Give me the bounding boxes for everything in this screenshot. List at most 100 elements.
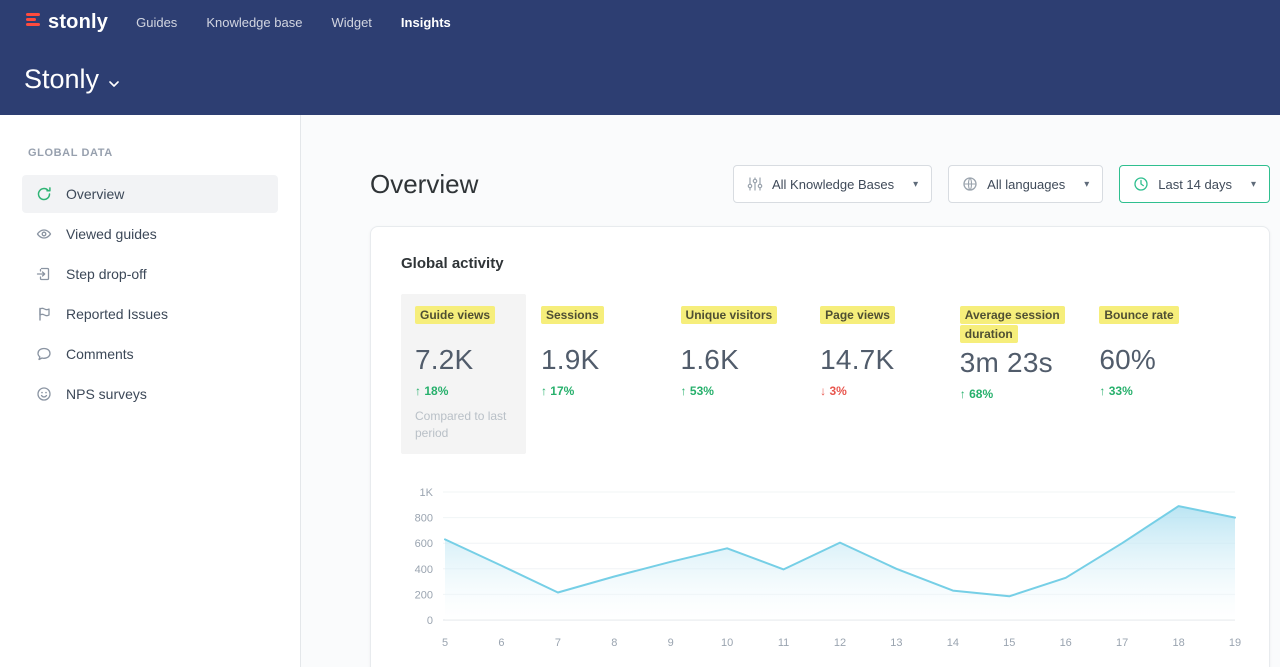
sliders-filter-icon [747,176,763,192]
metric-value: 7.2K [415,344,512,376]
metric-average-session-duration[interactable]: Average session duration 3m 23s ↑ 68% [960,294,1100,413]
global-activity-chart: 02004006008001K5678910111213141516171819 [401,480,1241,655]
metric-label: Bounce rate [1099,306,1178,324]
stonly-logo-icon [24,10,42,34]
up-arrow-icon: ↑ [415,384,421,398]
global-activity-card: Global activity Guide views 7.2K ↑ 18% C… [370,226,1270,667]
chevron-down-icon: ▾ [913,179,918,190]
metric-sessions[interactable]: Sessions 1.9K ↑ 17% [541,294,681,410]
overview-refresh-icon [36,186,52,202]
workspace-title[interactable]: Stonly [24,64,99,95]
stonly-logo[interactable]: stonly [24,10,108,34]
metric-label: Page views [820,306,895,324]
language-filter-dropdown[interactable]: All languages ▾ [948,165,1103,203]
language-filter-value: All languages [987,177,1065,192]
up-arrow-icon: ↑ [681,384,687,398]
svg-text:17: 17 [1116,637,1128,649]
globe-icon [962,176,978,192]
svg-text:13: 13 [890,637,902,649]
sidebar-item-label: Comments [66,346,134,362]
metric-change: ↑ 18% [415,384,512,398]
metric-value: 1.6K [681,344,807,376]
sidebar: GLOBAL DATA Overview Viewed guides Step … [0,115,301,667]
svg-text:8: 8 [611,637,617,649]
svg-text:1K: 1K [420,487,434,499]
nav-item-knowledge-base[interactable]: Knowledge base [206,15,302,30]
metric-label: Unique visitors [681,306,778,324]
svg-text:200: 200 [415,589,433,601]
flag-icon [36,306,52,322]
metric-label: Sessions [541,306,604,324]
metric-change: ↓ 3% [820,384,946,398]
svg-text:10: 10 [721,637,733,649]
metric-label: Guide views [415,306,495,324]
logo-text: stonly [48,11,108,34]
svg-text:9: 9 [668,637,674,649]
card-title: Global activity [401,255,1239,272]
metric-unique-visitors[interactable]: Unique visitors 1.6K ↑ 53% [681,294,821,410]
main-content: Overview All Knowledge Bases ▾ All langu… [301,115,1280,667]
sidebar-item-label: Overview [66,186,124,202]
sidebar-item-label: Step drop-off [66,266,147,282]
metric-value: 1.9K [541,344,667,376]
sidebar-item-comments[interactable]: Comments [22,335,278,373]
up-arrow-icon: ↑ [1099,384,1105,398]
metric-value: 14.7K [820,344,946,376]
sidebar-item-label: Reported Issues [66,306,168,322]
metric-page-views[interactable]: Page views 14.7K ↓ 3% [820,294,960,410]
top-navbar: stonly Guides Knowledge base Widget Insi… [0,0,1280,115]
sidebar-item-nps-surveys[interactable]: NPS surveys [22,375,278,413]
chevron-down-icon: ▾ [1084,179,1089,190]
svg-text:14: 14 [947,637,959,649]
metric-bounce-rate[interactable]: Bounce rate 60% ↑ 33% [1099,294,1239,410]
svg-text:16: 16 [1060,637,1072,649]
metric-change: ↑ 33% [1099,384,1225,398]
svg-text:12: 12 [834,637,846,649]
metric-change: ↑ 17% [541,384,667,398]
date-range-filter-value: Last 14 days [1158,177,1232,192]
metric-value: 60% [1099,344,1225,376]
svg-text:11: 11 [778,637,789,649]
svg-text:7: 7 [555,637,561,649]
down-arrow-icon: ↓ [820,384,826,398]
nav-item-guides[interactable]: Guides [136,15,177,30]
chevron-down-icon: ▾ [1251,179,1256,190]
sidebar-item-step-drop-off[interactable]: Step drop-off [22,255,278,293]
metric-label: Average session duration [960,306,1065,343]
workspace-caret-icon[interactable] [109,75,119,93]
svg-text:18: 18 [1172,637,1184,649]
top-nav: Guides Knowledge base Widget Insights [136,15,451,30]
svg-text:800: 800 [415,512,433,524]
filters-bar: All Knowledge Bases ▾ All languages ▾ La… [733,165,1270,203]
up-arrow-icon: ↑ [960,387,966,401]
svg-text:19: 19 [1229,637,1241,649]
knowledge-base-filter-value: All Knowledge Bases [772,177,894,192]
svg-text:6: 6 [498,637,504,649]
nav-item-widget[interactable]: Widget [331,15,371,30]
nav-item-insights[interactable]: Insights [401,15,451,30]
sidebar-item-overview[interactable]: Overview [22,175,278,213]
metric-change: ↑ 68% [960,387,1086,401]
date-range-filter-dropdown[interactable]: Last 14 days ▾ [1119,165,1270,203]
smiley-icon [36,386,52,402]
sidebar-section-title: GLOBAL DATA [0,147,300,159]
sidebar-item-label: NPS surveys [66,386,147,402]
svg-text:600: 600 [415,538,433,550]
sidebar-item-reported-issues[interactable]: Reported Issues [22,295,278,333]
svg-text:0: 0 [427,615,433,627]
clock-icon [1133,176,1149,192]
metric-guide-views[interactable]: Guide views 7.2K ↑ 18% Compared to last … [401,294,526,454]
eye-icon [36,226,52,242]
knowledge-base-filter-dropdown[interactable]: All Knowledge Bases ▾ [733,165,932,203]
chart-area: 02004006008001K5678910111213141516171819 [401,480,1239,660]
document-exit-icon [36,266,52,282]
svg-text:15: 15 [1003,637,1015,649]
svg-text:5: 5 [442,637,448,649]
comment-bubble-icon [36,346,52,362]
metric-compare-note: Compared to last period [415,408,512,442]
sidebar-item-label: Viewed guides [66,226,157,242]
metric-change: ↑ 53% [681,384,807,398]
sidebar-item-viewed-guides[interactable]: Viewed guides [22,215,278,253]
metrics-row: Guide views 7.2K ↑ 18% Compared to last … [401,294,1239,454]
page-title: Overview [370,169,478,200]
